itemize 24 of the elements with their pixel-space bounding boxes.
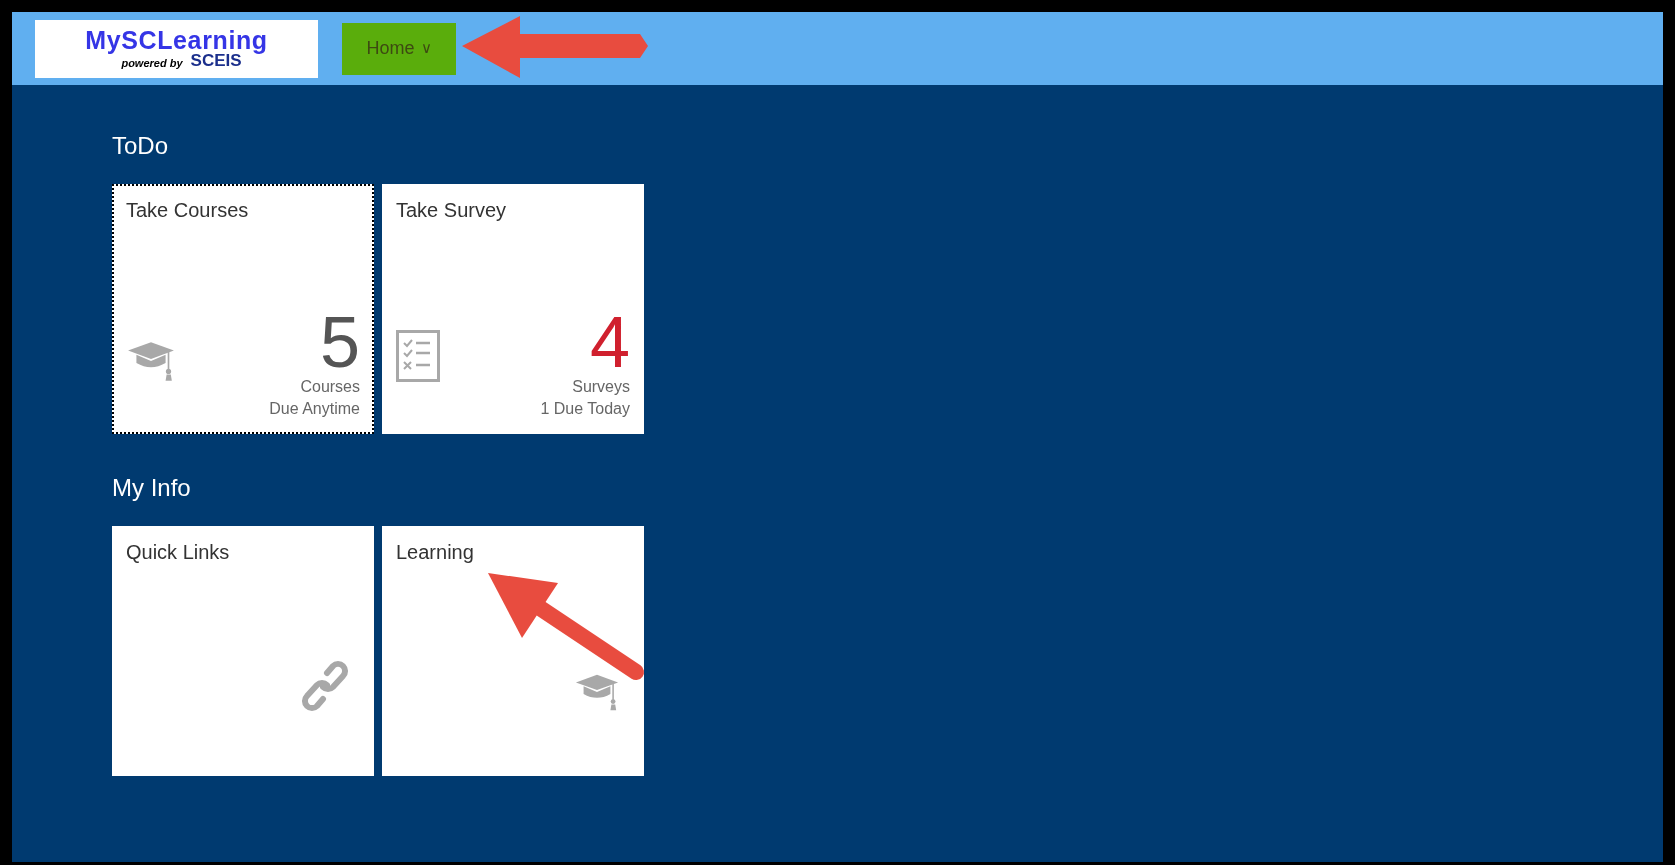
tile[interactable]: Take Survey 4 Surveys 1 Due Today <box>382 184 644 434</box>
checklist-icon <box>396 330 440 382</box>
count-label: Surveys <box>572 377 630 397</box>
graduation-cap-icon <box>126 340 176 382</box>
tile[interactable]: Learning <box>382 526 644 776</box>
count-number: 5 <box>319 312 360 372</box>
tile[interactable]: Quick Links <box>112 526 374 776</box>
count-number: 4 <box>589 312 630 372</box>
graduation-cap-icon <box>574 672 620 712</box>
tile-title: Take Survey <box>396 198 508 223</box>
tile-title: Quick Links <box>126 540 231 565</box>
due-label: Due Anytime <box>269 399 360 419</box>
link-icon <box>300 660 350 712</box>
logo-tagline: powered by <box>121 58 183 69</box>
logo[interactable]: MySCLearning powered by SCEIS <box>35 19 318 78</box>
due-label: 1 Due Today <box>540 399 630 419</box>
section-heading: ToDo <box>112 131 170 161</box>
tile-title: Take Courses <box>126 198 250 223</box>
tile-title: Learning <box>396 540 475 565</box>
logo-brand: SCEIS <box>190 52 242 69</box>
tile[interactable]: Take Courses 5 Courses Due Anytime <box>112 184 374 434</box>
section-heading: My Info <box>112 473 192 503</box>
count-label: Courses <box>300 377 360 397</box>
logo-title: MySCLearning <box>85 28 268 53</box>
